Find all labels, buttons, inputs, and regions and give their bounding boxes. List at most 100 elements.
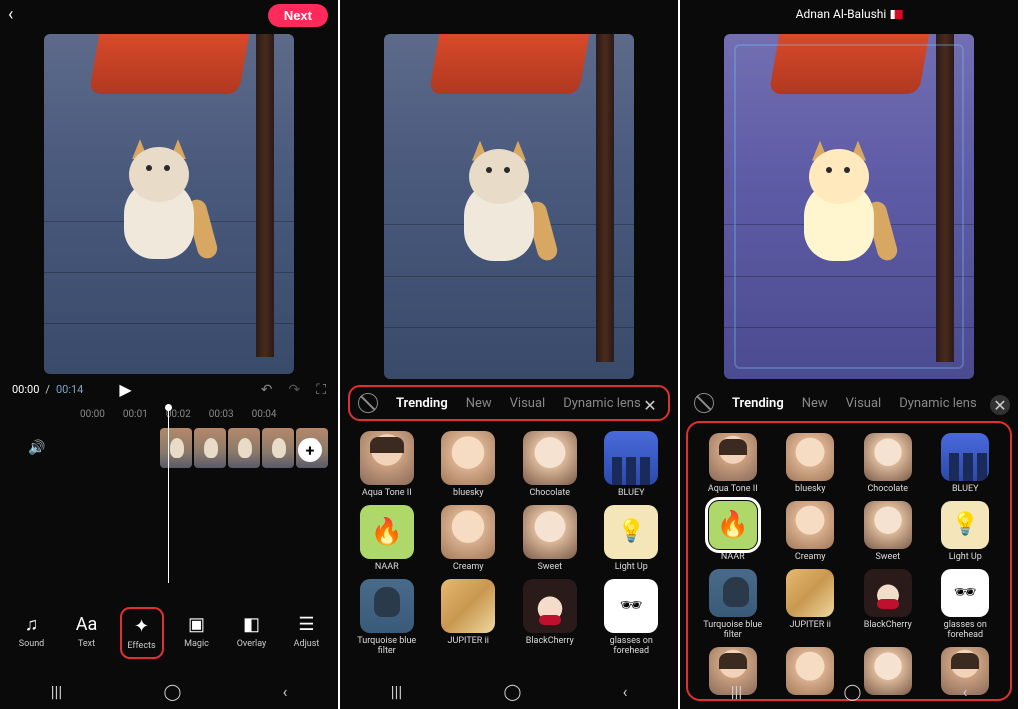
video-preview[interactable]: [724, 34, 974, 379]
effect-thumb-aqua-tone-ii[interactable]: [360, 431, 414, 485]
effect-thumb-creamy[interactable]: [441, 505, 495, 559]
tab-dynamic-lens[interactable]: Dynamic lens: [899, 396, 976, 411]
effect-thumb-creamy[interactable]: [786, 501, 834, 549]
playback-row: 00:00/00:14 ▶ ↶ ↷ ⛶: [0, 374, 338, 405]
clip-frame[interactable]: [228, 428, 260, 468]
effect-thumb-glasses-on-forehead[interactable]: 🕶: [941, 569, 989, 617]
play-button[interactable]: ▶: [119, 380, 131, 399]
text-icon: Aa: [76, 613, 98, 635]
effect-thumb-blackcherry[interactable]: [864, 569, 912, 617]
time-duration: 00:14: [56, 383, 83, 396]
effect-item: 💡 Light Up: [929, 501, 1003, 563]
effect-item: Creamy: [774, 501, 848, 563]
tab-dynamic-lens[interactable]: Dynamic lens: [563, 396, 640, 411]
effect-thumb-chocolate[interactable]: [864, 433, 912, 481]
nav-back[interactable]: ‹: [963, 682, 968, 701]
effect-label: JUPITER ii: [790, 621, 831, 631]
effect-thumb-light-up[interactable]: 💡: [604, 505, 658, 559]
topbar: ‹ Next: [0, 0, 338, 28]
clip-frame[interactable]: [262, 428, 294, 468]
effect-item: Turquoise blue filter: [696, 569, 770, 641]
fullscreen-button[interactable]: ⛶: [316, 382, 326, 398]
tool-text[interactable]: Aa Text: [65, 607, 109, 659]
effects-icon: ✦: [131, 615, 153, 637]
clip-frame[interactable]: [160, 428, 192, 468]
video-preview[interactable]: [384, 34, 634, 379]
close-effects-button[interactable]: ✕: [640, 395, 660, 415]
no-effect-button[interactable]: [358, 393, 378, 413]
effect-thumb-turquoise-blue-filter[interactable]: [360, 579, 414, 633]
effects-grid: Aqua Tone IIblueskyChocolateBLUEY🔥NAARCr…: [686, 421, 1012, 701]
tab-trending[interactable]: Trending: [732, 396, 784, 411]
clip-track[interactable]: +: [160, 428, 328, 468]
nav-recents[interactable]: |||: [51, 682, 63, 701]
close-effects-button[interactable]: ✕: [990, 395, 1010, 415]
effect-item: BLUEY: [929, 433, 1003, 495]
effect-label: NAAR: [375, 563, 399, 573]
effect-item: 💡Light Up: [593, 505, 671, 573]
nav-back[interactable]: ‹: [283, 682, 288, 701]
effect-item: Turquoise blue filter: [348, 579, 426, 657]
effect-label: Creamy: [795, 553, 826, 563]
tool-label: Text: [78, 639, 95, 649]
effect-item: 🔥 NAAR: [348, 505, 426, 573]
effect-item: 🕶glasses on forehead: [593, 579, 671, 657]
topbar: Adnan Al-Balushi: [680, 0, 1018, 28]
tool-sound[interactable]: ♫Sound: [10, 607, 54, 659]
tab-visual[interactable]: Visual: [510, 396, 546, 411]
effect-thumb-turquoise-blue-filter[interactable]: [709, 569, 757, 617]
flag-icon: [890, 10, 902, 19]
clip-row: 🔊 +: [0, 420, 338, 476]
undo-button[interactable]: ↶: [261, 382, 273, 398]
tool-label: Sound: [19, 639, 44, 649]
tab-new[interactable]: New: [802, 396, 828, 411]
effect-label: bluesky: [795, 485, 825, 495]
nav-home[interactable]: ◯: [164, 682, 182, 701]
add-clip-button[interactable]: +: [298, 438, 322, 462]
volume-icon[interactable]: 🔊: [28, 440, 45, 456]
tab-new[interactable]: New: [466, 396, 492, 411]
effect-thumb-naar[interactable]: 🔥: [360, 505, 414, 559]
nav-home[interactable]: ◯: [844, 682, 862, 701]
effect-item: BLUEY: [593, 431, 671, 499]
nav-back[interactable]: ‹: [623, 682, 628, 701]
tab-visual[interactable]: Visual: [846, 396, 882, 411]
no-effect-button[interactable]: [694, 393, 714, 413]
nav-recents[interactable]: |||: [731, 682, 743, 701]
tool-magic[interactable]: ▣Magic: [175, 607, 219, 659]
effect-label: glasses on forehead: [930, 621, 1000, 641]
effect-thumb-naar[interactable]: 🔥: [709, 501, 757, 549]
effect-thumb-blackcherry[interactable]: [523, 579, 577, 633]
playhead[interactable]: [168, 408, 169, 583]
effect-label: Chocolate: [529, 489, 570, 499]
effect-thumb-sweet[interactable]: [864, 501, 912, 549]
clip-frame[interactable]: [194, 428, 226, 468]
effect-thumb-bluey[interactable]: [941, 433, 989, 481]
tool-adjust[interactable]: ☰Adjust: [285, 607, 329, 659]
time-current: 00:00: [12, 383, 39, 396]
effect-label: Light Up: [949, 553, 982, 563]
effect-thumb-jupiter-ii[interactable]: [441, 579, 495, 633]
effect-thumb-light-up[interactable]: 💡: [941, 501, 989, 549]
effect-item: Aqua Tone II: [696, 433, 770, 495]
effect-thumb-sweet[interactable]: [523, 505, 577, 559]
tool-overlay[interactable]: ◧Overlay: [230, 607, 274, 659]
effect-thumb-bluey[interactable]: [604, 431, 658, 485]
effect-thumb-jupiter-ii[interactable]: [786, 569, 834, 617]
panel-editor: ‹ Next 00:00/00:14 ▶ ↶ ↷ ⛶ 00:00 00:01 0…: [0, 0, 340, 709]
redo-button: ↷: [288, 382, 300, 398]
effect-label: NAAR: [721, 553, 745, 563]
effect-thumb-chocolate[interactable]: [523, 431, 577, 485]
adjust-icon: ☰: [296, 613, 318, 635]
nav-recents[interactable]: |||: [391, 682, 403, 701]
next-button[interactable]: Next: [268, 4, 328, 27]
video-preview[interactable]: [44, 34, 294, 374]
nav-home[interactable]: ◯: [504, 682, 522, 701]
tab-trending[interactable]: Trending: [396, 396, 448, 411]
back-button[interactable]: ‹: [8, 4, 13, 25]
effect-thumb-bluesky[interactable]: [786, 433, 834, 481]
tool-effects[interactable]: ✦Effects: [120, 607, 164, 659]
effect-thumb-aqua-tone-ii[interactable]: [709, 433, 757, 481]
effect-thumb-bluesky[interactable]: [441, 431, 495, 485]
effect-thumb-glasses-on-forehead[interactable]: 🕶: [604, 579, 658, 633]
